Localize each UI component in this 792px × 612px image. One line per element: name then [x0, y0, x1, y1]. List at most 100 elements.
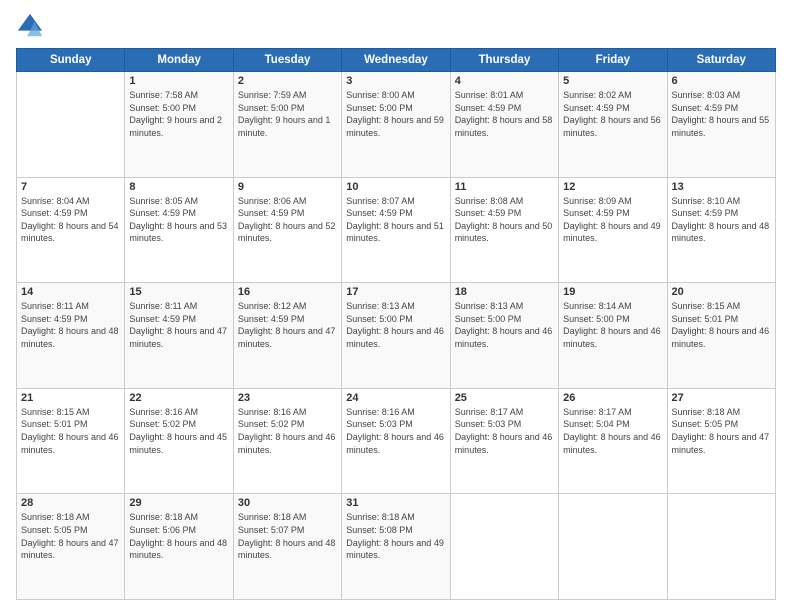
day-header-sunday: Sunday [17, 49, 125, 72]
cell-sunrise: Sunrise: 8:11 AMSunset: 4:59 PMDaylight:… [21, 301, 119, 349]
calendar-week-row: 21 Sunrise: 8:15 AMSunset: 5:01 PMDaylig… [17, 388, 776, 494]
calendar-cell: 7 Sunrise: 8:04 AMSunset: 4:59 PMDayligh… [17, 177, 125, 283]
cell-sunrise: Sunrise: 8:04 AMSunset: 4:59 PMDaylight:… [21, 196, 119, 244]
page: SundayMondayTuesdayWednesdayThursdayFrid… [0, 0, 792, 612]
cell-day-number: 11 [455, 181, 554, 193]
cell-day-number: 22 [129, 392, 228, 404]
cell-sunrise: Sunrise: 8:13 AMSunset: 5:00 PMDaylight:… [455, 301, 553, 349]
cell-day-number: 5 [563, 75, 662, 87]
calendar-cell: 5 Sunrise: 8:02 AMSunset: 4:59 PMDayligh… [559, 72, 667, 178]
cell-sunrise: Sunrise: 8:16 AMSunset: 5:03 PMDaylight:… [346, 407, 444, 455]
calendar-cell: 22 Sunrise: 8:16 AMSunset: 5:02 PMDaylig… [125, 388, 233, 494]
calendar-cell [559, 494, 667, 600]
cell-sunrise: Sunrise: 8:17 AMSunset: 5:04 PMDaylight:… [563, 407, 661, 455]
cell-sunrise: Sunrise: 8:18 AMSunset: 5:06 PMDaylight:… [129, 512, 227, 560]
calendar-cell: 21 Sunrise: 8:15 AMSunset: 5:01 PMDaylig… [17, 388, 125, 494]
cell-day-number: 18 [455, 286, 554, 298]
calendar-cell: 18 Sunrise: 8:13 AMSunset: 5:00 PMDaylig… [450, 283, 558, 389]
cell-day-number: 30 [238, 497, 337, 509]
header [16, 12, 776, 40]
logo [16, 12, 48, 40]
calendar-week-row: 7 Sunrise: 8:04 AMSunset: 4:59 PMDayligh… [17, 177, 776, 283]
calendar-cell: 31 Sunrise: 8:18 AMSunset: 5:08 PMDaylig… [342, 494, 450, 600]
calendar-cell [450, 494, 558, 600]
calendar-cell: 19 Sunrise: 8:14 AMSunset: 5:00 PMDaylig… [559, 283, 667, 389]
day-header-friday: Friday [559, 49, 667, 72]
cell-day-number: 31 [346, 497, 445, 509]
cell-day-number: 21 [21, 392, 120, 404]
cell-day-number: 2 [238, 75, 337, 87]
calendar-week-row: 14 Sunrise: 8:11 AMSunset: 4:59 PMDaylig… [17, 283, 776, 389]
cell-day-number: 14 [21, 286, 120, 298]
cell-sunrise: Sunrise: 8:13 AMSunset: 5:00 PMDaylight:… [346, 301, 444, 349]
calendar-cell: 27 Sunrise: 8:18 AMSunset: 5:05 PMDaylig… [667, 388, 775, 494]
day-header-monday: Monday [125, 49, 233, 72]
cell-day-number: 1 [129, 75, 228, 87]
cell-sunrise: Sunrise: 8:16 AMSunset: 5:02 PMDaylight:… [238, 407, 336, 455]
calendar-cell: 1 Sunrise: 7:58 AMSunset: 5:00 PMDayligh… [125, 72, 233, 178]
calendar-cell: 20 Sunrise: 8:15 AMSunset: 5:01 PMDaylig… [667, 283, 775, 389]
calendar-cell: 12 Sunrise: 8:09 AMSunset: 4:59 PMDaylig… [559, 177, 667, 283]
cell-day-number: 13 [672, 181, 771, 193]
logo-icon [16, 12, 44, 40]
cell-sunrise: Sunrise: 8:15 AMSunset: 5:01 PMDaylight:… [672, 301, 770, 349]
calendar-week-row: 1 Sunrise: 7:58 AMSunset: 5:00 PMDayligh… [17, 72, 776, 178]
calendar-cell: 24 Sunrise: 8:16 AMSunset: 5:03 PMDaylig… [342, 388, 450, 494]
calendar-cell: 15 Sunrise: 8:11 AMSunset: 4:59 PMDaylig… [125, 283, 233, 389]
cell-sunrise: Sunrise: 8:12 AMSunset: 4:59 PMDaylight:… [238, 301, 336, 349]
cell-sunrise: Sunrise: 8:00 AMSunset: 5:00 PMDaylight:… [346, 90, 444, 138]
calendar-cell: 17 Sunrise: 8:13 AMSunset: 5:00 PMDaylig… [342, 283, 450, 389]
calendar-cell: 28 Sunrise: 8:18 AMSunset: 5:05 PMDaylig… [17, 494, 125, 600]
cell-day-number: 19 [563, 286, 662, 298]
cell-sunrise: Sunrise: 8:01 AMSunset: 4:59 PMDaylight:… [455, 90, 553, 138]
day-header-wednesday: Wednesday [342, 49, 450, 72]
cell-day-number: 6 [672, 75, 771, 87]
cell-day-number: 4 [455, 75, 554, 87]
cell-sunrise: Sunrise: 8:05 AMSunset: 4:59 PMDaylight:… [129, 196, 227, 244]
calendar-cell: 13 Sunrise: 8:10 AMSunset: 4:59 PMDaylig… [667, 177, 775, 283]
day-header-tuesday: Tuesday [233, 49, 341, 72]
cell-sunrise: Sunrise: 8:03 AMSunset: 4:59 PMDaylight:… [672, 90, 770, 138]
calendar-cell: 30 Sunrise: 8:18 AMSunset: 5:07 PMDaylig… [233, 494, 341, 600]
cell-day-number: 26 [563, 392, 662, 404]
cell-day-number: 7 [21, 181, 120, 193]
calendar-cell: 23 Sunrise: 8:16 AMSunset: 5:02 PMDaylig… [233, 388, 341, 494]
calendar-header-row: SundayMondayTuesdayWednesdayThursdayFrid… [17, 49, 776, 72]
calendar-cell: 9 Sunrise: 8:06 AMSunset: 4:59 PMDayligh… [233, 177, 341, 283]
cell-day-number: 28 [21, 497, 120, 509]
cell-day-number: 8 [129, 181, 228, 193]
calendar-cell: 3 Sunrise: 8:00 AMSunset: 5:00 PMDayligh… [342, 72, 450, 178]
cell-day-number: 9 [238, 181, 337, 193]
cell-sunrise: Sunrise: 8:18 AMSunset: 5:05 PMDaylight:… [672, 407, 770, 455]
cell-sunrise: Sunrise: 8:17 AMSunset: 5:03 PMDaylight:… [455, 407, 553, 455]
cell-day-number: 25 [455, 392, 554, 404]
calendar-table: SundayMondayTuesdayWednesdayThursdayFrid… [16, 48, 776, 600]
cell-sunrise: Sunrise: 8:18 AMSunset: 5:05 PMDaylight:… [21, 512, 119, 560]
cell-sunrise: Sunrise: 8:08 AMSunset: 4:59 PMDaylight:… [455, 196, 553, 244]
cell-day-number: 27 [672, 392, 771, 404]
calendar-cell: 6 Sunrise: 8:03 AMSunset: 4:59 PMDayligh… [667, 72, 775, 178]
cell-day-number: 20 [672, 286, 771, 298]
calendar-cell: 26 Sunrise: 8:17 AMSunset: 5:04 PMDaylig… [559, 388, 667, 494]
cell-day-number: 10 [346, 181, 445, 193]
cell-day-number: 12 [563, 181, 662, 193]
cell-sunrise: Sunrise: 8:18 AMSunset: 5:07 PMDaylight:… [238, 512, 336, 560]
cell-sunrise: Sunrise: 8:02 AMSunset: 4:59 PMDaylight:… [563, 90, 661, 138]
cell-day-number: 23 [238, 392, 337, 404]
cell-day-number: 17 [346, 286, 445, 298]
cell-day-number: 15 [129, 286, 228, 298]
cell-sunrise: Sunrise: 7:59 AMSunset: 5:00 PMDaylight:… [238, 90, 331, 138]
calendar-cell: 10 Sunrise: 8:07 AMSunset: 4:59 PMDaylig… [342, 177, 450, 283]
calendar-cell: 29 Sunrise: 8:18 AMSunset: 5:06 PMDaylig… [125, 494, 233, 600]
cell-sunrise: Sunrise: 7:58 AMSunset: 5:00 PMDaylight:… [129, 90, 222, 138]
cell-day-number: 29 [129, 497, 228, 509]
day-header-saturday: Saturday [667, 49, 775, 72]
calendar-cell [17, 72, 125, 178]
calendar-cell: 16 Sunrise: 8:12 AMSunset: 4:59 PMDaylig… [233, 283, 341, 389]
calendar-cell: 2 Sunrise: 7:59 AMSunset: 5:00 PMDayligh… [233, 72, 341, 178]
cell-sunrise: Sunrise: 8:07 AMSunset: 4:59 PMDaylight:… [346, 196, 444, 244]
cell-sunrise: Sunrise: 8:10 AMSunset: 4:59 PMDaylight:… [672, 196, 770, 244]
calendar-cell [667, 494, 775, 600]
cell-sunrise: Sunrise: 8:14 AMSunset: 5:00 PMDaylight:… [563, 301, 661, 349]
cell-day-number: 3 [346, 75, 445, 87]
